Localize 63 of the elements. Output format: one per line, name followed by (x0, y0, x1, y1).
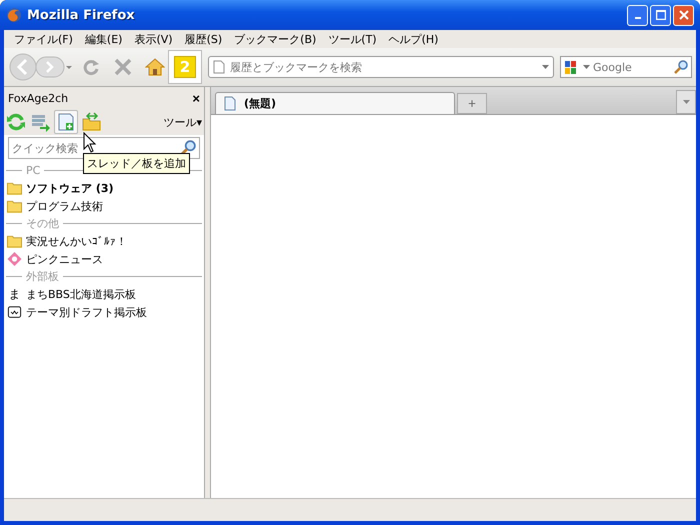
maximize-button[interactable] (650, 4, 671, 26)
board-name: テーマ別ドラフト掲示板 (26, 304, 147, 320)
minimize-button[interactable] (627, 4, 648, 26)
maximize-icon (656, 10, 666, 20)
folder-icon (7, 181, 22, 195)
menu-item[interactable]: ブックマーク(B) (228, 32, 322, 46)
board-item[interactable]: テーマ別ドラフト掲示板 (4, 303, 204, 321)
face-frame-icon (7, 305, 22, 319)
refresh-icon[interactable] (6, 112, 26, 132)
close-button[interactable] (673, 4, 694, 26)
folder-icon (7, 199, 22, 213)
sidebar-title: FoxAge2ch (8, 92, 68, 104)
group-header: 外部板 (26, 269, 59, 284)
add-page-icon[interactable] (56, 112, 76, 132)
dropdown-arrow-icon[interactable] (583, 65, 590, 69)
new-tab-button[interactable]: + (457, 93, 487, 114)
stop-icon[interactable] (113, 57, 133, 77)
folder-arrow-icon[interactable] (82, 112, 102, 132)
minimize-icon (634, 17, 640, 19)
tab-list-button[interactable] (676, 90, 696, 114)
sidebar-close-button[interactable]: × (192, 90, 200, 106)
page-icon (224, 96, 236, 111)
reload-icon[interactable] (81, 57, 101, 77)
board-item[interactable]: ピンクニュース (4, 250, 204, 268)
board-name: ピンクニュース (26, 252, 103, 266)
quick-search-input[interactable]: クイック検索 (12, 142, 180, 154)
board-name: まちBBS北海道掲示板 (26, 286, 136, 302)
stack-arrow-icon[interactable] (30, 112, 50, 132)
dropdown-arrow-icon (682, 100, 690, 104)
board-icon: ま (7, 286, 22, 302)
address-bar[interactable]: 履歴とブックマークを検索 (208, 56, 554, 78)
tooltip: スレッド／板を追加 (83, 153, 190, 174)
home-icon[interactable] (145, 57, 165, 77)
globe-icon (6, 7, 22, 23)
search-input[interactable]: Google (593, 60, 671, 74)
tools-menu[interactable]: ツール▾ (163, 114, 202, 130)
menu-item[interactable]: ツール(T) (322, 32, 383, 46)
back-forward-buttons[interactable] (8, 52, 72, 82)
address-input[interactable]: 履歴とブックマークを検索 (230, 60, 537, 74)
search-field[interactable]: Google (560, 56, 692, 78)
menu-item[interactable]: 編集(E) (78, 32, 128, 46)
board-item[interactable]: ソフトウェア (3) (4, 179, 204, 197)
board-name: プログラム技術 (26, 198, 103, 214)
close-icon (678, 10, 688, 20)
search-icon[interactable] (180, 140, 196, 156)
tab[interactable]: (無題) (215, 92, 455, 114)
group-header: PC (26, 164, 40, 177)
board-item[interactable]: 実況せんかいｺﾞﾙｧ！ (4, 232, 204, 250)
splitter[interactable] (204, 87, 211, 498)
window-title: Mozilla Firefox (27, 8, 135, 22)
board-item[interactable]: プログラム技術 (4, 197, 204, 215)
group-header: その他 (26, 216, 59, 231)
menu-item[interactable]: 表示(V) (128, 32, 179, 46)
board-name: ソフトウェア (3) (26, 180, 114, 196)
menu-item[interactable]: ヘルプ(H) (382, 32, 444, 46)
page-icon (213, 60, 225, 74)
diamond-icon (7, 252, 22, 266)
menu-item[interactable]: ファイル(F) (8, 32, 79, 46)
menu-item[interactable]: 履歴(S) (178, 32, 228, 46)
board-item[interactable]: ま まちBBS北海道掲示板 (4, 285, 204, 303)
board-name: 実況せんかいｺﾞﾙｧ！ (26, 234, 127, 248)
dropdown-arrow-icon[interactable] (542, 65, 549, 69)
folder-icon (7, 234, 22, 248)
